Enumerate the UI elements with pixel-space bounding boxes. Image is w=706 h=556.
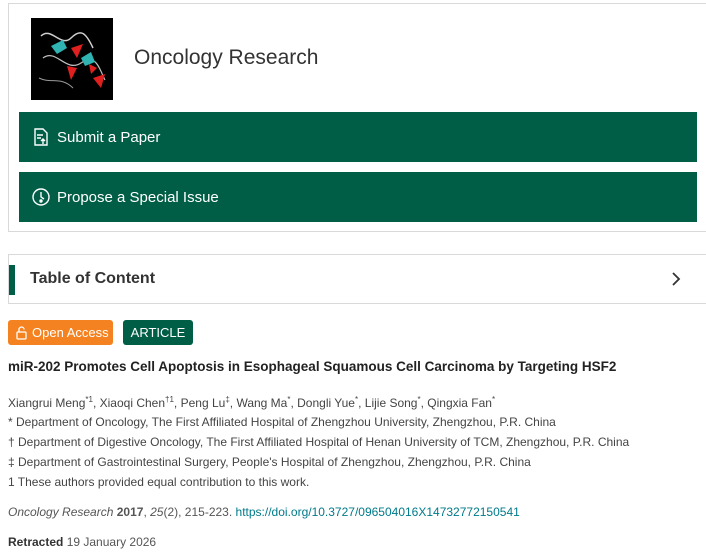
author-name[interactable]: Xiangrui Meng*1 bbox=[8, 395, 93, 410]
doi-link[interactable]: https://doi.org/10.3727/096504016X147327… bbox=[236, 505, 520, 519]
author-affiliation-mark: * bbox=[417, 395, 421, 404]
author-affiliation-mark: * bbox=[354, 395, 359, 404]
table-of-content-toggle[interactable]: Table of Content bbox=[8, 254, 706, 304]
author-affiliation-mark: *1 bbox=[85, 395, 93, 404]
author-name-text: Qingxia Fan bbox=[427, 396, 492, 410]
author-affiliation-mark: †1 bbox=[165, 395, 174, 404]
article-title: miR-202 Promotes Cell Apoptosis in Esoph… bbox=[8, 359, 617, 374]
submit-paper-button[interactable]: Submit a Paper bbox=[19, 112, 697, 162]
open-access-label: Open Access bbox=[32, 325, 109, 340]
author-name-text: Xiangrui Meng bbox=[8, 396, 86, 410]
author-list: Xiangrui Meng*1, Xiaoqi Chen†1, Peng Lu‡… bbox=[8, 395, 496, 410]
author-name[interactable]: Lijie Song* bbox=[364, 395, 421, 410]
document-upload-icon bbox=[31, 127, 51, 147]
equal-contribution-note: 1 These authors provided equal contribut… bbox=[8, 475, 310, 489]
retraction-notice: Retracted 19 January 2026 bbox=[8, 535, 156, 549]
citation: Oncology Research 2017, 25(2), 215-223. … bbox=[8, 505, 520, 519]
submit-paper-label: Submit a Paper bbox=[57, 128, 161, 146]
special-issue-icon bbox=[31, 187, 51, 207]
affiliation-3: ‡ Department of Gastrointestinal Surgery… bbox=[8, 455, 531, 469]
author-name-text: Xiaoqi Chen bbox=[99, 396, 166, 410]
citation-journal: Oncology Research bbox=[8, 505, 114, 519]
author-name[interactable]: Qingxia Fan* bbox=[427, 395, 496, 410]
toc-title: Table of Content bbox=[30, 270, 156, 287]
author-name-text: Peng Lu bbox=[180, 396, 226, 410]
propose-special-issue-label: Propose a Special Issue bbox=[57, 188, 219, 206]
citation-year: 2017 bbox=[116, 505, 144, 519]
journal-title[interactable]: Oncology Research bbox=[134, 46, 318, 70]
citation-issue-pages: (2), 215-223. bbox=[163, 505, 233, 519]
affiliation-2: † Department of Digestive Oncology, The … bbox=[8, 435, 630, 449]
journal-card: Oncology Research Submit a Paper Propose… bbox=[8, 3, 706, 232]
author-name[interactable]: Dongli Yue* bbox=[297, 395, 359, 410]
retracted-label: Retracted bbox=[8, 535, 64, 549]
author-name[interactable]: Xiaoqi Chen†1 bbox=[99, 395, 174, 410]
author-name[interactable]: Peng Lu‡ bbox=[180, 395, 230, 410]
author-affiliation-mark: * bbox=[491, 395, 496, 404]
author-name[interactable]: Wang Ma* bbox=[236, 395, 291, 410]
propose-special-issue-button[interactable]: Propose a Special Issue bbox=[19, 172, 697, 222]
open-access-badge[interactable]: Open Access bbox=[8, 320, 113, 345]
author-name-text: Wang Ma bbox=[236, 396, 288, 410]
author-affiliation-mark: ‡ bbox=[225, 395, 230, 404]
journal-cover-image[interactable] bbox=[31, 18, 113, 100]
article-type-badge: ARTICLE bbox=[123, 320, 193, 345]
toc-accent-bar bbox=[9, 265, 15, 295]
chevron-right-icon[interactable] bbox=[669, 271, 683, 287]
author-affiliation-mark: * bbox=[287, 395, 291, 404]
retracted-date: 19 January 2026 bbox=[66, 535, 157, 549]
citation-volume: 25 bbox=[150, 505, 164, 519]
author-name-text: Lijie Song bbox=[364, 396, 418, 410]
author-name-text: Dongli Yue bbox=[297, 396, 355, 410]
affiliation-1: * Department of Oncology, The First Affi… bbox=[8, 415, 556, 429]
open-lock-icon bbox=[16, 325, 27, 340]
